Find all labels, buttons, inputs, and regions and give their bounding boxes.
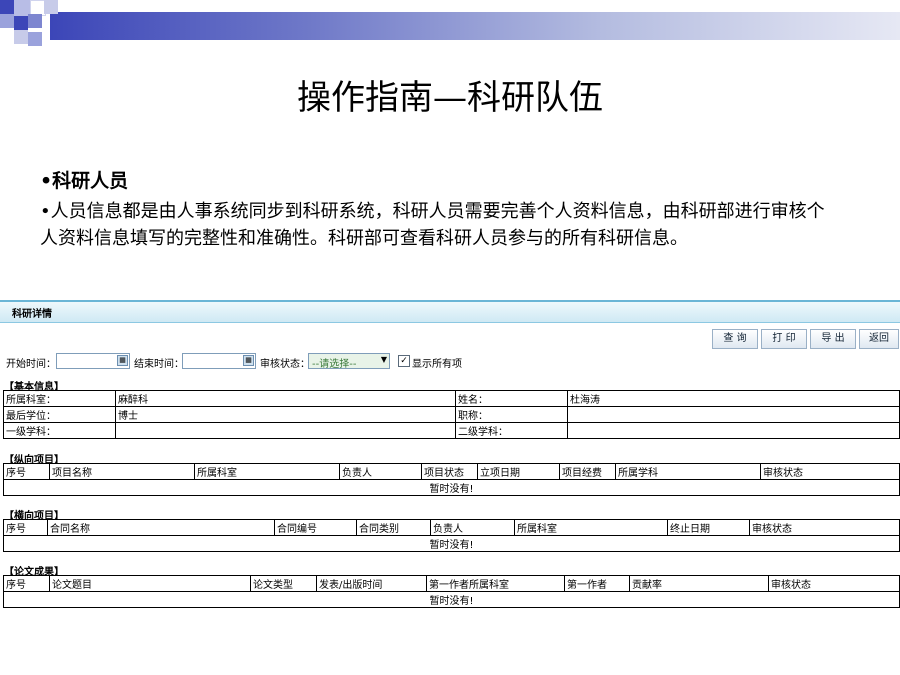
column-header: 合同名称 [47, 519, 275, 536]
print-button[interactable]: 打 印 [761, 329, 807, 349]
table-header-row: 序号 合同名称 合同编号 合同类别 负责人 所属科室 终止日期 审核状态 [3, 519, 900, 536]
empty-message: 暂时没有! [3, 591, 900, 608]
table-row: 暂时没有! [3, 591, 900, 608]
column-header: 所属科室 [194, 463, 340, 480]
end-time-label: 结束时间： [134, 359, 184, 370]
panel-header: 科研详情 [0, 300, 900, 323]
column-header: 负责人 [339, 463, 422, 480]
subject2-label: 二级学科： [455, 422, 568, 439]
column-header: 终止日期 [667, 519, 750, 536]
table-header-row: 序号 项目名称 所属科室 负责人 项目状态 立项日期 项目经费 所属学科 审核状… [3, 463, 900, 480]
bullet-heading: •科研人员 [40, 170, 129, 192]
table-row: 最后学位： 博士 职称： [3, 406, 900, 423]
degree-label: 最后学位： [3, 406, 116, 423]
start-time-input[interactable]: ▦ [56, 353, 130, 369]
column-header: 合同编号 [274, 519, 357, 536]
column-header: 立项日期 [477, 463, 560, 480]
end-time-input[interactable]: ▦ [182, 353, 256, 369]
title-label: 职称： [455, 406, 568, 423]
vertical-projects-table: 序号 项目名称 所属科室 负责人 项目状态 立项日期 项目经费 所属学科 审核状… [3, 463, 900, 496]
column-header: 审核状态 [768, 575, 900, 592]
filter-bar: 开始时间： ▦ 结束时间： ▦ 审核状态： --请选择-- ▼ ✓ 显示所有项 [6, 352, 886, 370]
column-header: 序号 [3, 575, 50, 592]
empty-message: 暂时没有! [3, 479, 900, 496]
subject1-label: 一级学科： [3, 422, 116, 439]
table-header-row: 序号 论文题目 论文类型 发表/出版时间 第一作者所属科室 第一作者 贡献率 审… [3, 575, 900, 592]
table-row: 一级学科： 二级学科： [3, 422, 900, 439]
status-select[interactable]: --请选择-- ▼ [308, 353, 390, 370]
export-button[interactable]: 导 出 [810, 329, 856, 349]
column-header: 发表/出版时间 [316, 575, 427, 592]
column-header: 负责人 [430, 519, 515, 536]
column-header: 审核状态 [760, 463, 900, 480]
research-detail-panel: 科研详情 查 询 打 印 导 出 返回 开始时间： ▦ 结束时间： ▦ 审核状态… [0, 300, 900, 620]
status-select-value: --请选择-- [312, 359, 357, 370]
slide-header-decoration [0, 0, 900, 60]
decor-square [0, 0, 14, 14]
bullet-paragraph: •人员信息都是由人事系统同步到科研系统，科研人员需要完善个人资料信息，由科研部进… [40, 201, 825, 249]
decor-square [28, 14, 42, 28]
column-header: 论文题目 [49, 575, 251, 592]
decor-square [14, 30, 28, 44]
horizontal-projects-table: 序号 合同名称 合同编号 合同类别 负责人 所属科室 终止日期 审核状态 暂时没… [3, 519, 900, 552]
column-header: 项目名称 [49, 463, 195, 480]
decor-square [14, 16, 28, 30]
basic-info-table: 所属科室： 麻醉科 姓名： 杜海涛 最后学位： 博士 职称： 一级学科： 二级学… [3, 390, 900, 439]
column-header: 贡献率 [629, 575, 769, 592]
calendar-icon[interactable]: ▦ [117, 355, 128, 366]
column-header: 第一作者所属科室 [426, 575, 565, 592]
degree-value: 博士 [115, 406, 456, 423]
dept-value: 麻醉科 [115, 390, 456, 407]
column-header: 项目状态 [421, 463, 478, 480]
table-row: 暂时没有! [3, 535, 900, 552]
name-value: 杜海涛 [567, 390, 900, 407]
table-row: 暂时没有! [3, 479, 900, 496]
column-header: 审核状态 [749, 519, 900, 536]
back-button[interactable]: 返回 [859, 329, 899, 349]
decor-square [28, 32, 42, 46]
title-value [567, 406, 900, 423]
decor-square [0, 14, 14, 28]
header-gradient-band [50, 12, 900, 40]
status-label: 审核状态： [260, 359, 310, 370]
show-all-checkbox[interactable]: ✓ [398, 355, 410, 367]
decor-square [44, 0, 58, 14]
panel-title: 科研详情 [12, 309, 52, 320]
column-header: 所属科室 [514, 519, 668, 536]
column-header: 论文类型 [250, 575, 317, 592]
column-header: 序号 [3, 463, 50, 480]
empty-message: 暂时没有! [3, 535, 900, 552]
subject2-value [567, 422, 900, 439]
column-header: 所属学科 [615, 463, 761, 480]
column-header: 第一作者 [564, 575, 630, 592]
papers-table: 序号 论文题目 论文类型 发表/出版时间 第一作者所属科室 第一作者 贡献率 审… [3, 575, 900, 608]
table-row: 所属科室： 麻醉科 姓名： 杜海涛 [3, 390, 900, 407]
slide-title: 操作指南—科研队伍 [297, 78, 603, 118]
dropdown-arrow-icon[interactable]: ▼ [381, 355, 387, 364]
subject1-value [115, 422, 456, 439]
column-header: 项目经费 [559, 463, 616, 480]
calendar-icon[interactable]: ▦ [243, 355, 254, 366]
query-button[interactable]: 查 询 [712, 329, 758, 349]
column-header: 合同类别 [356, 519, 431, 536]
column-header: 序号 [3, 519, 48, 536]
dept-label: 所属科室： [3, 390, 116, 407]
name-label: 姓名： [455, 390, 568, 407]
show-all-label: 显示所有项 [412, 359, 462, 370]
start-time-label: 开始时间： [6, 359, 56, 370]
